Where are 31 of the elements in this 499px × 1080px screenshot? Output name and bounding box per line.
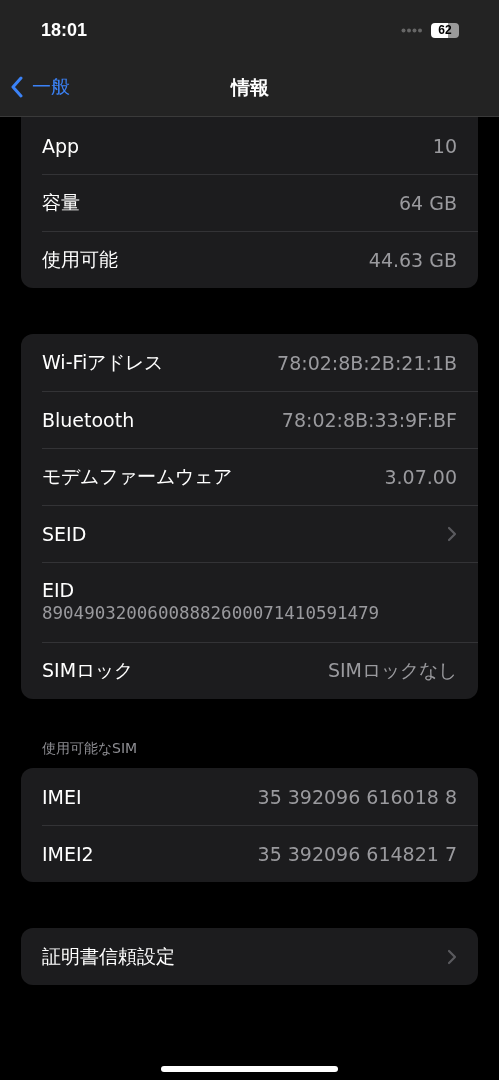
signal-icon bbox=[401, 27, 423, 33]
row-value: 35 392096 614821 7 bbox=[257, 842, 457, 865]
row-label: 容量 bbox=[42, 189, 80, 215]
row-value: 78:02:8B:2B:21:1B bbox=[277, 351, 457, 374]
row-value: 44.63 GB bbox=[368, 248, 457, 271]
row-value: 35 392096 616018 8 bbox=[257, 785, 457, 808]
section-header: 使用可能なSIM bbox=[41, 740, 139, 758]
page-title: 情報 bbox=[230, 75, 269, 100]
row-label: Wi-Fiアドレス bbox=[42, 349, 164, 375]
row-label: モデムファームウェア bbox=[42, 463, 232, 489]
row-label: 使用可能 bbox=[42, 246, 118, 272]
row-label: Bluetooth bbox=[42, 408, 135, 431]
row-value: SIMロックなし bbox=[327, 657, 457, 683]
settings-row[interactable]: 証明書信頼設定 bbox=[21, 928, 478, 985]
status-time: 18:01 bbox=[41, 19, 88, 41]
row-label: EID bbox=[42, 579, 75, 601]
back-chevron-icon bbox=[10, 76, 24, 98]
battery-level: 62 bbox=[438, 23, 452, 37]
row-value: 64 GB bbox=[399, 191, 457, 214]
row-value: 3.07.00 bbox=[384, 465, 457, 488]
row-value: 78:02:8B:33:9F:BF bbox=[281, 408, 457, 431]
chevron-icon bbox=[447, 525, 457, 542]
row-label: App bbox=[42, 134, 80, 157]
chevron-icon bbox=[447, 948, 457, 965]
row-label: SIMロック bbox=[42, 657, 134, 683]
back-button[interactable]: 一般 bbox=[10, 74, 70, 100]
settings-row[interactable]: SEID bbox=[21, 505, 478, 562]
row-label: IMEI2 bbox=[42, 842, 94, 865]
row-value: 89049032006008882600071410591479 bbox=[42, 603, 380, 623]
row-value: 10 bbox=[432, 134, 457, 157]
row-label: IMEI bbox=[42, 785, 82, 808]
